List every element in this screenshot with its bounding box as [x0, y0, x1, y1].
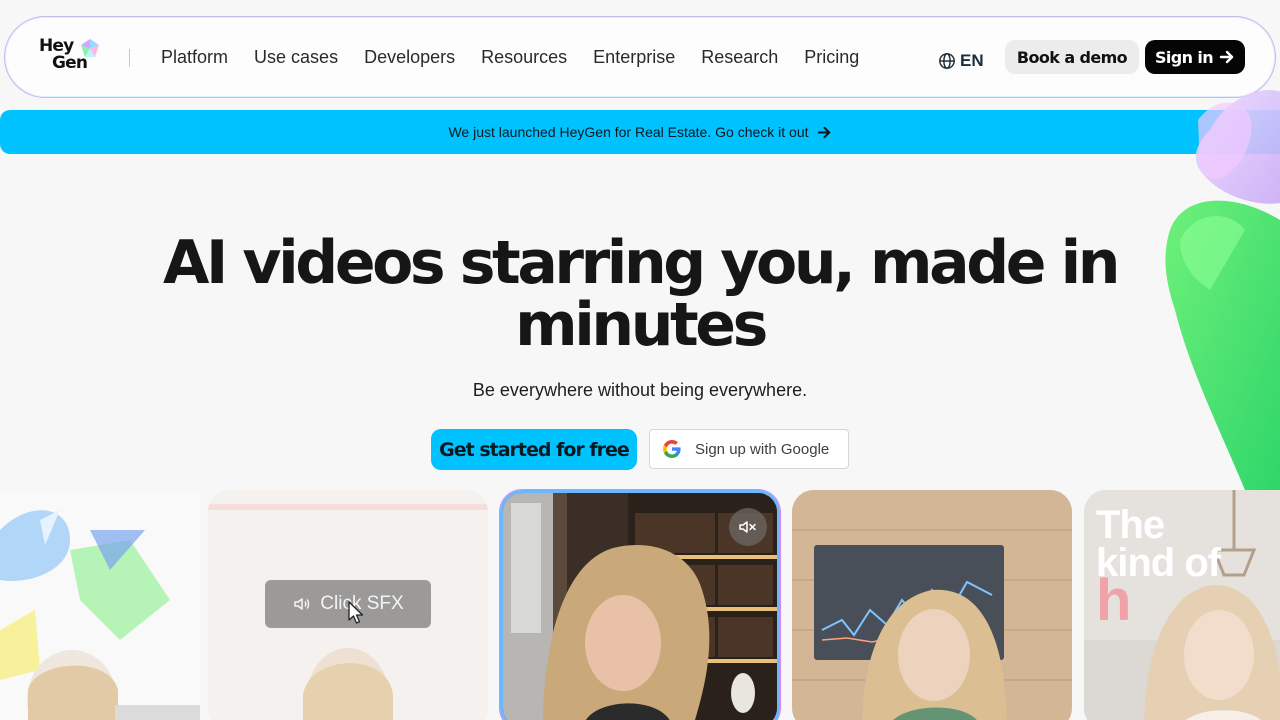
language-selector[interactable]: EN [938, 51, 984, 71]
video-card-4[interactable]: The kind of h [1084, 490, 1280, 720]
video-thumbnail-3 [792, 490, 1072, 720]
language-label: EN [960, 51, 984, 70]
decorative-shapes-right [1165, 90, 1280, 490]
menu-item-research[interactable]: Research [688, 44, 791, 70]
book-demo-button[interactable]: Book a demo [1005, 40, 1139, 74]
video-card-3[interactable] [792, 490, 1072, 720]
logo-gem-icon [81, 39, 99, 57]
menu-item-developers[interactable]: Developers [351, 44, 468, 70]
menu-item-pricing[interactable]: Pricing [791, 44, 872, 70]
card-4-caption-line1: The [1096, 503, 1165, 547]
mute-icon [739, 521, 756, 533]
menu-item-enterprise[interactable]: Enterprise [580, 44, 688, 70]
nav-divider [129, 49, 130, 67]
video-card-1[interactable]: Click SFX [208, 490, 488, 720]
card-4-caption-line3: h [1096, 568, 1131, 633]
top-navigation: Hey Gen Platform Use cases Developers Re… [4, 16, 1276, 98]
hero-subtitle: Be everywhere without being everywhere. [472, 380, 808, 400]
hero-title: AI videos starring you, made in minutes [162, 228, 1121, 360]
menu-item-use-cases[interactable]: Use cases [241, 44, 351, 70]
arrow-right-icon [817, 126, 830, 138]
announcement-banner[interactable]: We just launched HeyGen for Real Estate.… [0, 110, 1280, 154]
sign-in-label: Sign in [1154, 47, 1214, 67]
globe-icon [939, 53, 955, 69]
decorative-shapes-left [0, 490, 200, 720]
google-signup-label: Sign up with Google [695, 440, 830, 458]
banner-text: We just launched HeyGen for Real Estate.… [448, 124, 809, 140]
google-signup-button[interactable]: Sign up with Google [649, 429, 849, 469]
menu-item-platform[interactable]: Platform [148, 44, 241, 70]
card-4-caption: The kind of h [1096, 503, 1280, 633]
main-menu: Platform Use cases Developers Resources … [148, 44, 872, 70]
mute-toggle-button[interactable] [729, 508, 767, 546]
video-card-2[interactable] [500, 490, 780, 720]
cursor-icon [348, 601, 364, 624]
arrow-right-icon [1219, 50, 1234, 64]
sign-in-button[interactable]: Sign in [1145, 40, 1245, 74]
heygen-logo[interactable]: Hey Gen [39, 38, 103, 78]
get-started-button[interactable]: Get started for free [431, 429, 637, 470]
google-icon [663, 440, 681, 458]
menu-item-resources[interactable]: Resources [468, 44, 580, 70]
speaker-icon [294, 598, 310, 610]
